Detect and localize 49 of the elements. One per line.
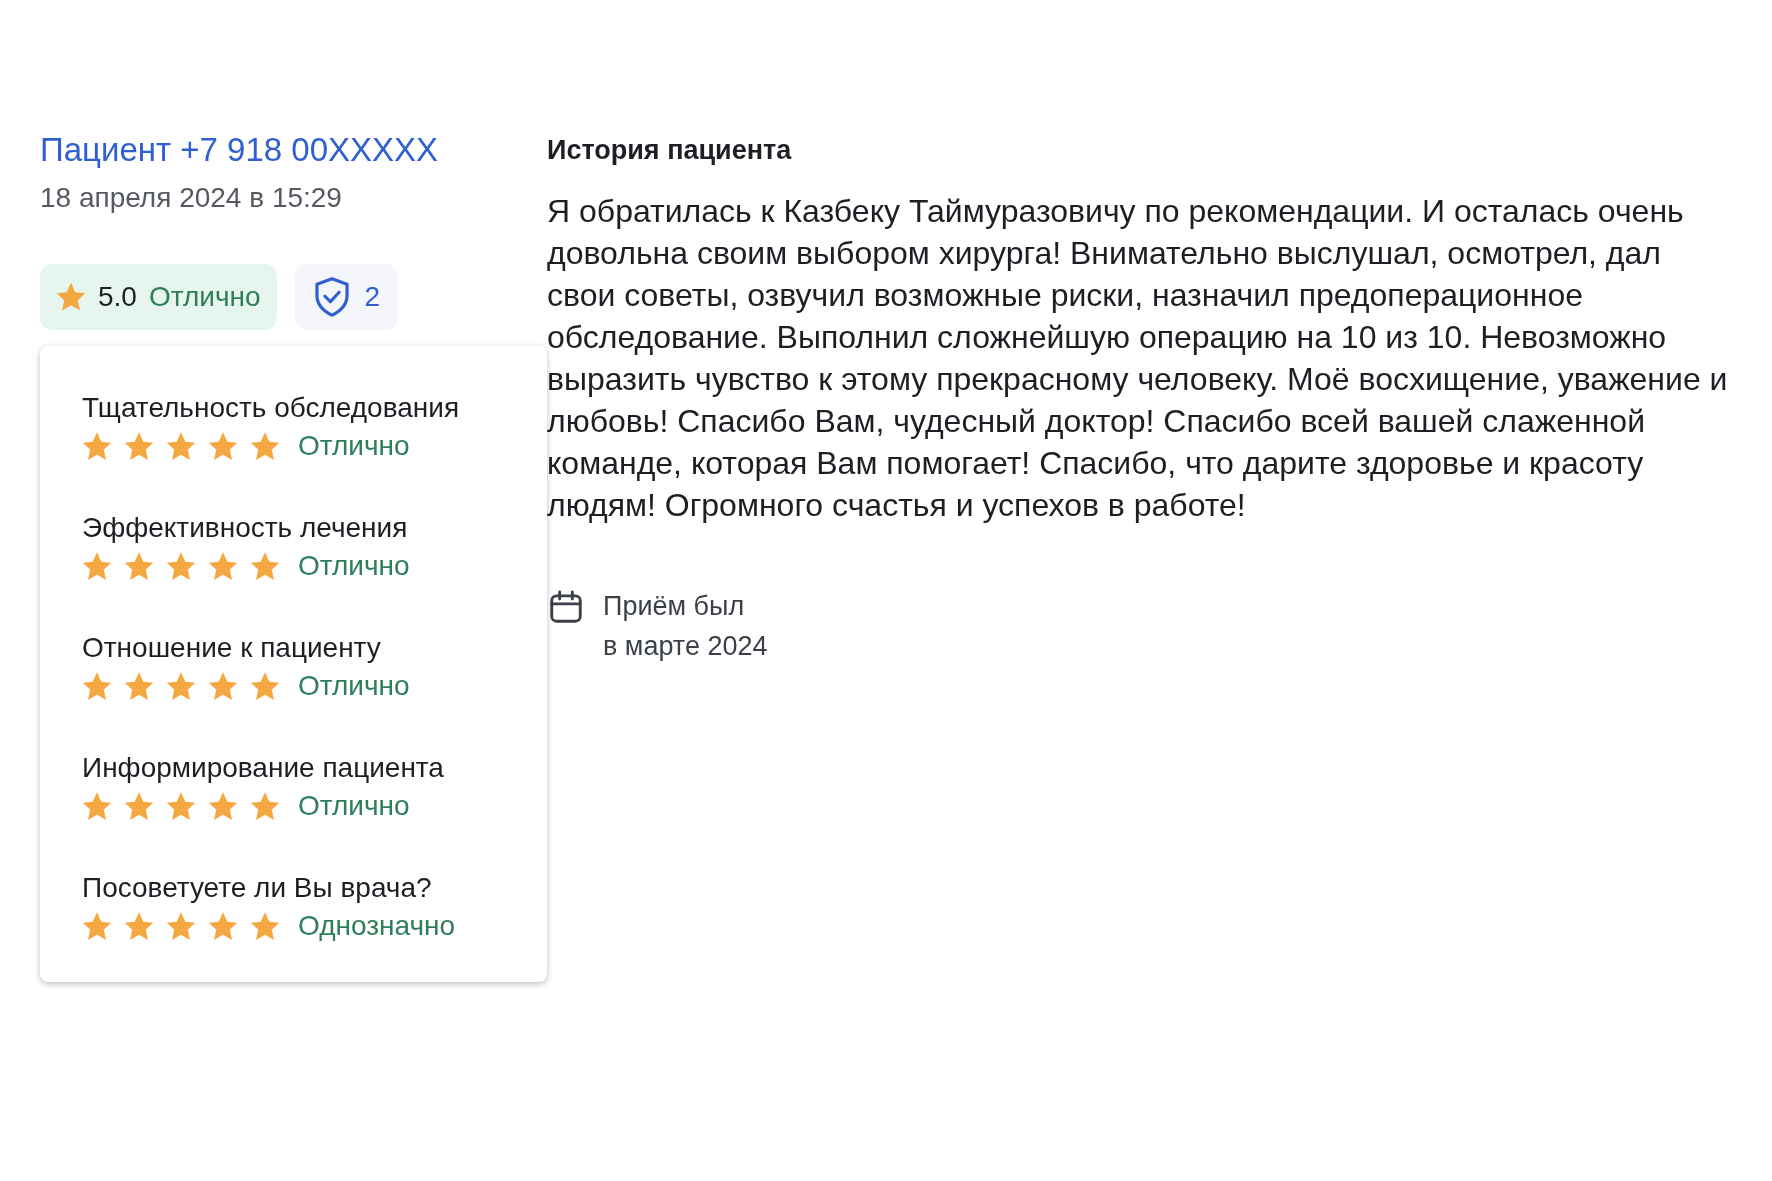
star-icon (124, 671, 154, 701)
criterion-label: Отлично (298, 790, 410, 822)
criterion-title: Тщательность обследования (82, 391, 461, 425)
star-icon (208, 671, 238, 701)
star-icon (208, 431, 238, 461)
star-icon (166, 551, 196, 581)
criterion-title: Посоветуете ли Вы врача? (82, 871, 433, 905)
star-icon (250, 551, 280, 581)
visit-text: Приём был (603, 590, 746, 623)
star-icon (124, 431, 154, 461)
star-icon (124, 551, 154, 581)
star-icon (250, 911, 280, 941)
star-icon (250, 671, 280, 701)
star-icon (124, 911, 154, 941)
criterion-label: Однозначно (298, 910, 456, 942)
criterion-label: Отлично (298, 550, 410, 582)
star-icon (208, 791, 238, 821)
star-icon (166, 911, 196, 941)
star-icon (124, 791, 154, 821)
star-icon (208, 551, 238, 581)
star-icon (82, 791, 112, 821)
rating-value: 5.0 (98, 281, 137, 313)
verified-count: 2 (364, 281, 381, 313)
rating-label: Отлично (148, 281, 261, 313)
star-icon (82, 431, 112, 461)
calendar-icon (547, 588, 585, 626)
rating-badge[interactable]: 5.0 Отлично (40, 264, 277, 330)
star-icon (166, 431, 196, 461)
star-icon (82, 671, 112, 701)
star-icon (250, 431, 280, 461)
story-heading: История пациента (547, 134, 793, 167)
visit-text: в марте 2024 (603, 630, 768, 663)
criterion-title: Информирование пациента (82, 751, 445, 785)
criterion-label: Отлично (298, 430, 410, 462)
star-icon (250, 791, 280, 821)
star-icon (82, 551, 112, 581)
criterion-title: Эффективность лечения (82, 511, 409, 545)
star-icon (82, 911, 112, 941)
star-icon (56, 282, 86, 312)
star-icon (166, 671, 196, 701)
author-name[interactable]: Пациент +7 918 00XXXXX (40, 128, 547, 172)
star-icon (166, 791, 196, 821)
verified-badge[interactable]: 2 (294, 264, 399, 330)
star-icon (208, 911, 238, 941)
criterion-title: Отношение к пациенту (82, 631, 382, 665)
review-date: 18 апреля 2024 в 15:29 (40, 181, 343, 215)
criterion-label: Отлично (298, 670, 410, 702)
story-text: Я обратилась к Казбеку Таймуразовичу по рекомендации. И осталась очень довольна своим выбором хирурга! Внимательно выслушал, осмотрел, дал свои советы, озвучил возможные риски, назначил предоперационное обследование. Выполнил сложнейшую операцию на 10 из 10. Невозможно выразить чувство к этому прекрасному человеку. Моё восхищение, уважение и любовь! Спасибо Вам, чудесный доктор! Спасибо всей вашей слаженной команде, которая Вам помогает! Спасибо, что дарите здоровье и красоту людям! Огромного счастья и успехов в работе! (547, 192, 1729, 525)
shield-check-icon (312, 276, 351, 318)
